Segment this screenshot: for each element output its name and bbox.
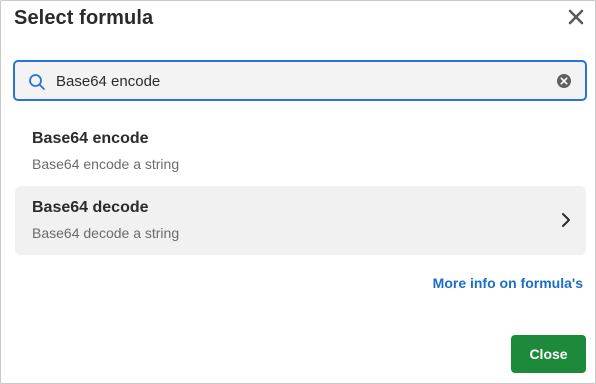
- search-input[interactable]: [56, 71, 536, 91]
- more-info-link[interactable]: More info on formula's: [433, 275, 583, 291]
- formula-description: Base64 decode a string: [32, 225, 180, 241]
- clear-icon[interactable]: [556, 73, 572, 89]
- formula-name: Base64 encode: [32, 130, 149, 147]
- select-formula-dialog: Select formula Base64 encode Base64 enco…: [0, 0, 596, 384]
- formula-name: Base64 decode: [32, 199, 149, 216]
- formula-result-base64-encode[interactable]: Base64 encode Base64 encode a string: [15, 117, 586, 186]
- dialog-title: Select formula: [14, 7, 154, 29]
- search-icon: [29, 74, 45, 90]
- formula-result-base64-decode[interactable]: Base64 decode Base64 decode a string: [15, 186, 586, 255]
- close-button[interactable]: Close: [511, 335, 586, 373]
- close-icon[interactable]: [566, 7, 586, 27]
- chevron-right-icon: [562, 213, 570, 227]
- formula-description: Base64 encode a string: [32, 156, 180, 172]
- search-box: [13, 60, 587, 101]
